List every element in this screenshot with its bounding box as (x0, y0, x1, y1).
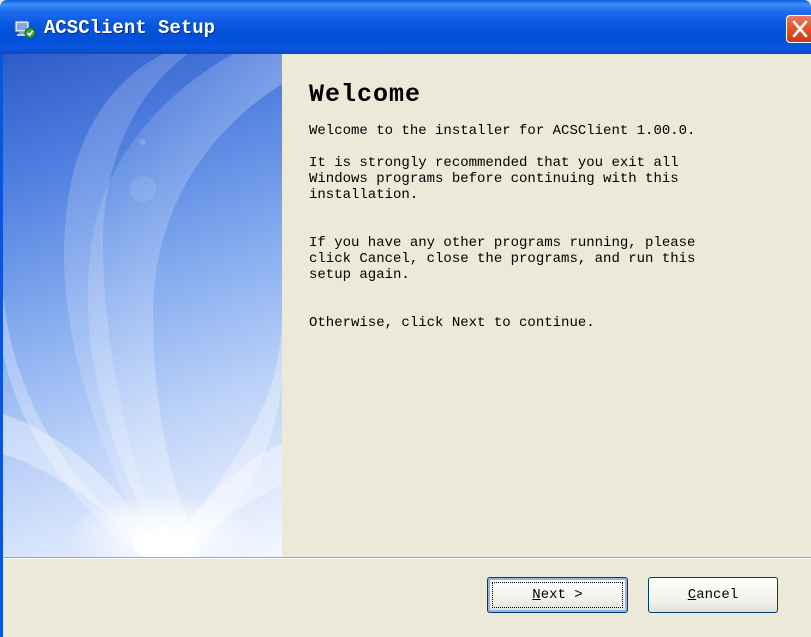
continue-instruction-text: Otherwise, click Next to continue. (309, 315, 595, 331)
banner-swirl-graphic (3, 54, 282, 557)
welcome-text: Welcome to the installer for ACSClient 1… (309, 123, 696, 139)
cancel-button[interactable]: Cancel (648, 577, 778, 613)
title-bar[interactable]: ACSClient Setup (0, 0, 811, 54)
installer-window: ACSClient Setup Welcome Welcome to the i… (0, 0, 811, 637)
wizard-content-panel: Welcome Welcome to the installer for ACS… (282, 54, 811, 557)
exit-programs-text: It is strongly recommended that you exit… (309, 155, 679, 203)
window-title: ACSClient Setup (44, 17, 216, 39)
close-icon (792, 20, 808, 38)
footer-divider (3, 557, 811, 559)
page-title: Welcome (309, 80, 422, 109)
cancel-button-label: Cancel (687, 587, 739, 603)
focus-rectangle (492, 582, 623, 608)
installer-icon (14, 20, 36, 39)
close-button[interactable] (786, 15, 811, 43)
wizard-banner-image (3, 54, 282, 557)
next-button[interactable]: Next > (487, 577, 628, 613)
close-programs-text: If you have any other programs running, … (309, 235, 696, 283)
